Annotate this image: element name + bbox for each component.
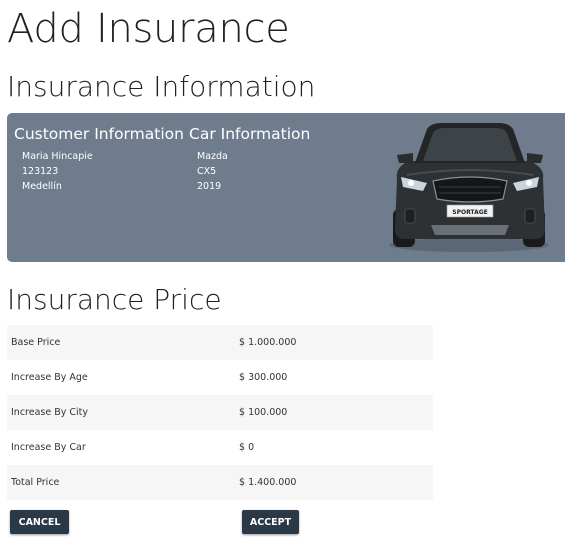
customer-information-heading: Customer Information xyxy=(14,125,184,143)
table-row: Increase By Age $ 300.000 xyxy=(7,360,433,395)
car-year: 2019 xyxy=(197,181,222,192)
table-row: Increase By City $ 100.000 xyxy=(7,395,433,430)
price-value: $ 1.400.000 xyxy=(239,477,297,488)
insurance-info-card: Customer Information Maria Hincapie 1231… xyxy=(7,113,565,262)
price-label: Increase By City xyxy=(11,407,89,418)
car-brand: Mazda xyxy=(197,151,228,162)
price-value: $ 100.000 xyxy=(239,407,288,418)
page-title: Add Insurance xyxy=(7,6,290,52)
price-value: $ 0 xyxy=(239,442,255,453)
price-label: Increase By Age xyxy=(11,372,88,383)
cancel-button[interactable]: CANCEL xyxy=(10,510,69,534)
price-label: Base Price xyxy=(11,337,61,348)
car-plate-text: SPORTAGE xyxy=(452,209,487,216)
car-model: CX5 xyxy=(197,166,217,177)
table-row: Total Price $ 1.400.000 xyxy=(7,465,433,500)
insurance-price-title: Insurance Price xyxy=(7,283,222,316)
car-information-heading: Car Information xyxy=(189,125,311,143)
customer-city: Medellín xyxy=(22,181,62,192)
customer-id: 123123 xyxy=(22,166,59,177)
car-image: SPORTAGE xyxy=(389,123,549,252)
price-label: Total Price xyxy=(11,477,60,488)
table-row: Increase By Car $ 0 xyxy=(7,430,433,465)
customer-name: Maria Hincapie xyxy=(22,151,93,162)
price-value: $ 1.000.000 xyxy=(239,337,297,348)
price-table: Base Price $ 1.000.000 Increase By Age $… xyxy=(7,325,433,500)
insurance-information-title: Insurance Information xyxy=(7,70,316,103)
price-value: $ 300.000 xyxy=(239,372,288,383)
price-label: Increase By Car xyxy=(11,442,86,453)
car-information: Car Information Mazda CX5 2019 xyxy=(189,125,310,194)
accept-button[interactable]: ACCEPT xyxy=(242,510,299,534)
table-row: Base Price $ 1.000.000 xyxy=(7,325,433,360)
customer-information: Customer Information Maria Hincapie 1231… xyxy=(14,125,184,194)
